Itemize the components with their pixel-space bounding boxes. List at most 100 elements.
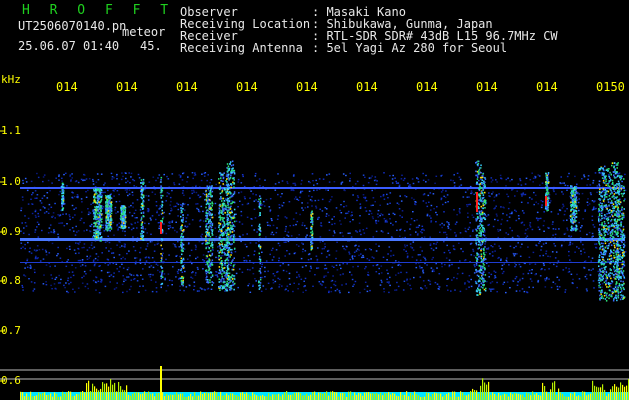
noise-pixel (429, 283, 432, 285)
noise-pixel (564, 232, 567, 235)
noise-pixel (592, 280, 595, 282)
meteor-echo-pixel (310, 247, 313, 250)
noise-pixel (62, 213, 64, 215)
noise-pixel (583, 267, 586, 269)
noise-pixel (588, 231, 591, 234)
noise-pixel (383, 172, 385, 174)
noise-pixel (392, 254, 395, 256)
meteor-echo-pixel (180, 229, 182, 232)
meteor-echo-pixel (482, 281, 485, 283)
noise-pixel (596, 185, 599, 187)
noise-pixel (386, 203, 389, 205)
noise-pixel (58, 193, 60, 196)
meteor-echo-pixel (576, 199, 578, 201)
noise-pixel (387, 272, 389, 275)
noise-pixel (537, 219, 539, 222)
noise-pixel (144, 185, 147, 187)
noise-pixel (592, 268, 594, 270)
noise-pixel (194, 248, 197, 251)
noise-pixel (92, 260, 95, 262)
noise-pixel (249, 260, 251, 262)
noise-pixel (136, 217, 138, 219)
noise-pixel (75, 225, 77, 228)
noise-pixel (167, 225, 170, 227)
noise-pixel (331, 223, 333, 226)
meteor-echo-pixel (480, 267, 482, 270)
noise-pixel (321, 210, 324, 212)
noise-pixel (451, 263, 453, 266)
noise-pixel (519, 278, 521, 280)
meteor-echo-pixel (230, 224, 232, 227)
meteor-echo-pixel (482, 241, 484, 244)
noise-pixel (22, 182, 25, 184)
noise-pixel (514, 209, 516, 211)
meteor-echo-pixel (206, 215, 208, 217)
noise-pixel (304, 250, 307, 252)
meteor-echo-pixel (123, 215, 126, 217)
noise-pixel (514, 195, 516, 197)
noise-pixel (441, 265, 443, 268)
meteor-echo-pixel (180, 207, 182, 209)
noise-pixel (171, 189, 173, 192)
noise-pixel (406, 255, 409, 257)
noise-pixel (65, 172, 67, 174)
noise-pixel (300, 190, 302, 193)
noise-pixel (292, 182, 295, 185)
noise-pixel (619, 212, 621, 214)
noise-pixel (185, 226, 188, 228)
noise-pixel (335, 257, 337, 260)
noise-pixel (97, 280, 100, 282)
noise-pixel (37, 236, 40, 238)
meteor-echo-pixel (233, 215, 235, 217)
noise-pixel (158, 227, 160, 230)
noise-pixel (514, 277, 517, 280)
noise-pixel (354, 183, 357, 185)
noise-pixel (433, 270, 435, 272)
noise-pixel (534, 194, 537, 196)
meteor-echo-pixel (226, 216, 228, 219)
noise-pixel (423, 236, 426, 238)
noise-pixel (44, 207, 46, 209)
noise-pixel (136, 280, 139, 282)
noise-pixel (217, 250, 219, 252)
meteor-echo-pixel (258, 281, 260, 284)
noise-pixel (561, 182, 564, 184)
noise-pixel (245, 246, 248, 248)
noise-pixel (125, 172, 127, 174)
noise-pixel (593, 287, 595, 289)
meteor-echo-pixel (478, 212, 481, 214)
noise-pixel (196, 203, 199, 205)
meteor-echo-pixel (96, 231, 98, 234)
noise-pixel (340, 212, 343, 214)
noise-pixel (79, 259, 81, 262)
noise-pixel (372, 264, 375, 267)
meteor-echo-pixel (483, 251, 485, 254)
meteor-echo-pixel (232, 268, 235, 271)
meteor-echo-pixel (94, 225, 96, 227)
noise-pixel (150, 279, 153, 281)
noise-pixel (564, 289, 567, 291)
meteor-echo-pixel (106, 207, 108, 210)
meteor-echo-pixel (232, 169, 235, 172)
noise-pixel (71, 196, 73, 199)
meteor-echo-pixel (481, 175, 483, 177)
noise-pixel (168, 254, 170, 256)
noise-pixel (582, 248, 585, 250)
meteor-echo-pixel (480, 282, 482, 285)
noise-pixel (76, 194, 79, 196)
noise-pixel (398, 208, 401, 210)
meteor-echo-pixel (208, 211, 210, 213)
noise-pixel (576, 286, 578, 289)
meteor-echo-pixel (258, 288, 261, 290)
noise-pixel (333, 266, 335, 268)
noise-pixel (391, 182, 394, 184)
noise-pixel (278, 286, 280, 288)
noise-pixel (367, 182, 370, 184)
meteor-echo-pixel (229, 208, 232, 210)
noise-pixel (422, 179, 425, 181)
noise-pixel (542, 224, 545, 227)
noise-pixel (407, 182, 409, 185)
meteor-echo-pixel (99, 192, 101, 194)
noise-pixel (191, 272, 193, 274)
noise-pixel (91, 247, 94, 250)
